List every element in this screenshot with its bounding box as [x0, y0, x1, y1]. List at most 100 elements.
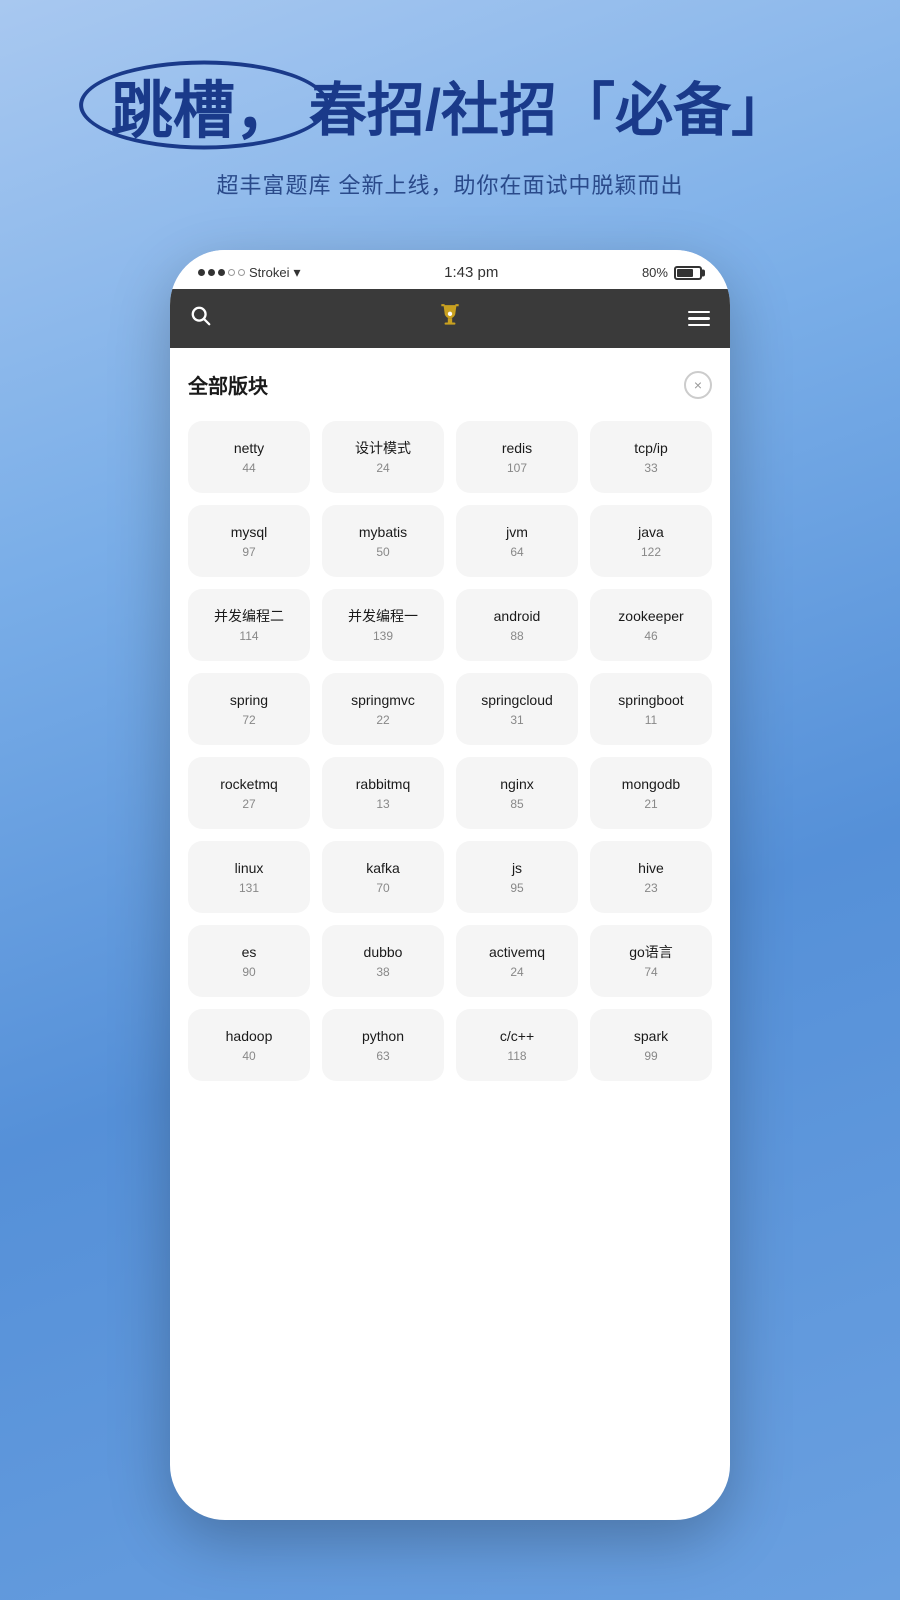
- item-name: hadoop: [226, 1027, 273, 1045]
- item-name: go语言: [629, 943, 673, 961]
- subtitle: 超丰富题库 全新上线，助你在面试中脱颖而出: [40, 168, 860, 200]
- item-name: tcp/ip: [634, 439, 667, 457]
- grid-item-es[interactable]: es 90: [188, 925, 310, 997]
- menu-line-1: [688, 311, 710, 314]
- signal-dot-1: [198, 269, 205, 276]
- item-count: 90: [242, 965, 255, 979]
- panel-header: 全部版块 ×: [188, 370, 712, 399]
- grid-item-python[interactable]: python 63: [322, 1009, 444, 1081]
- grid-item-android[interactable]: android 88: [456, 589, 578, 661]
- grid-item-java[interactable]: java 122: [590, 505, 712, 577]
- item-count: 23: [644, 881, 657, 895]
- item-name: jvm: [506, 523, 528, 541]
- item-count: 38: [376, 965, 389, 979]
- signal-dot-2: [208, 269, 215, 276]
- signal-dots: [198, 269, 245, 276]
- headline-row: 跳槽， 春招/社招「必备」: [40, 60, 860, 150]
- panel-title: 全部版块: [188, 370, 268, 399]
- grid-item-并发编程一[interactable]: 并发编程一 139: [322, 589, 444, 661]
- item-name: mysql: [231, 523, 268, 541]
- grid-item-mybatis[interactable]: mybatis 50: [322, 505, 444, 577]
- status-bar: Strokei ▾ 1:43 pm 80%: [170, 250, 730, 289]
- grid-item-spark[interactable]: spark 99: [590, 1009, 712, 1081]
- grid-item-dubbo[interactable]: dubbo 38: [322, 925, 444, 997]
- item-name: java: [638, 523, 664, 541]
- grid-item-redis[interactable]: redis 107: [456, 421, 578, 493]
- item-count: 88: [510, 629, 523, 643]
- phone-mockup: Strokei ▾ 1:43 pm 80%: [170, 250, 730, 1520]
- grid-item-netty[interactable]: netty 44: [188, 421, 310, 493]
- carrier-name: Strokei: [249, 265, 289, 280]
- item-count: 33: [644, 461, 657, 475]
- item-count: 72: [242, 713, 255, 727]
- grid-item-tcp/ip[interactable]: tcp/ip 33: [590, 421, 712, 493]
- grid-item-activemq[interactable]: activemq 24: [456, 925, 578, 997]
- item-count: 21: [644, 797, 657, 811]
- item-name: springmvc: [351, 691, 415, 709]
- grid-container: netty 44 设计模式 24 redis 107 tcp/ip 33 mys…: [188, 421, 712, 1081]
- item-count: 85: [510, 797, 523, 811]
- item-name: python: [362, 1027, 404, 1045]
- item-name: js: [512, 859, 522, 877]
- item-name: mybatis: [359, 523, 407, 541]
- item-count: 97: [242, 545, 255, 559]
- grid-item-mongodb[interactable]: mongodb 21: [590, 757, 712, 829]
- grid-item-linux[interactable]: linux 131: [188, 841, 310, 913]
- item-count: 40: [242, 1049, 255, 1063]
- grid-item-并发编程二[interactable]: 并发编程二 114: [188, 589, 310, 661]
- item-name: 设计模式: [355, 439, 411, 457]
- item-name: activemq: [489, 943, 545, 961]
- header-area: 跳槽， 春招/社招「必备」 超丰富题库 全新上线，助你在面试中脱颖而出: [0, 60, 900, 200]
- trophy-button[interactable]: [437, 303, 463, 334]
- item-count: 11: [645, 713, 657, 727]
- grid-item-jvm[interactable]: jvm 64: [456, 505, 578, 577]
- item-count: 24: [376, 461, 389, 475]
- grid-item-spring[interactable]: spring 72: [188, 673, 310, 745]
- item-name: hive: [638, 859, 664, 877]
- grid-item-rabbitmq[interactable]: rabbitmq 13: [322, 757, 444, 829]
- item-name: rocketmq: [220, 775, 278, 793]
- app-navbar: [170, 289, 730, 348]
- item-count: 74: [644, 965, 657, 979]
- item-name: netty: [234, 439, 264, 457]
- grid-item-springmvc[interactable]: springmvc 22: [322, 673, 444, 745]
- grid-item-设计模式[interactable]: 设计模式 24: [322, 421, 444, 493]
- grid-item-kafka[interactable]: kafka 70: [322, 841, 444, 913]
- grid-item-springcloud[interactable]: springcloud 31: [456, 673, 578, 745]
- item-count: 70: [376, 881, 389, 895]
- item-name: spark: [634, 1027, 668, 1045]
- item-count: 95: [510, 881, 523, 895]
- category-panel: 全部版块 × netty 44 设计模式 24 redis 107 tcp/ip…: [170, 348, 730, 1103]
- battery-percent: 80%: [642, 265, 668, 280]
- item-count: 131: [239, 881, 259, 895]
- menu-line-2: [688, 317, 710, 320]
- item-count: 31: [510, 713, 523, 727]
- grid-item-go语言[interactable]: go语言 74: [590, 925, 712, 997]
- item-count: 50: [376, 545, 389, 559]
- menu-button[interactable]: [688, 311, 710, 327]
- close-button[interactable]: ×: [684, 371, 712, 399]
- search-button[interactable]: [190, 305, 212, 333]
- headline-sub: 春招/社招「必备」: [309, 63, 789, 147]
- grid-item-springboot[interactable]: springboot 11: [590, 673, 712, 745]
- grid-item-hive[interactable]: hive 23: [590, 841, 712, 913]
- grid-item-nginx[interactable]: nginx 85: [456, 757, 578, 829]
- item-count: 99: [644, 1049, 657, 1063]
- item-count: 118: [507, 1049, 526, 1063]
- item-name: spring: [230, 691, 268, 709]
- item-name: 并发编程一: [348, 607, 418, 625]
- item-count: 27: [242, 797, 255, 811]
- item-name: es: [242, 943, 257, 961]
- item-count: 22: [376, 713, 389, 727]
- item-name: springcloud: [481, 691, 553, 709]
- grid-item-js[interactable]: js 95: [456, 841, 578, 913]
- grid-item-c/c++[interactable]: c/c++ 118: [456, 1009, 578, 1081]
- grid-item-hadoop[interactable]: hadoop 40: [188, 1009, 310, 1081]
- status-time: 1:43 pm: [444, 264, 498, 281]
- signal-dot-3: [218, 269, 225, 276]
- item-count: 114: [239, 629, 258, 643]
- grid-item-mysql[interactable]: mysql 97: [188, 505, 310, 577]
- item-count: 64: [510, 545, 523, 559]
- grid-item-rocketmq[interactable]: rocketmq 27: [188, 757, 310, 829]
- grid-item-zookeeper[interactable]: zookeeper 46: [590, 589, 712, 661]
